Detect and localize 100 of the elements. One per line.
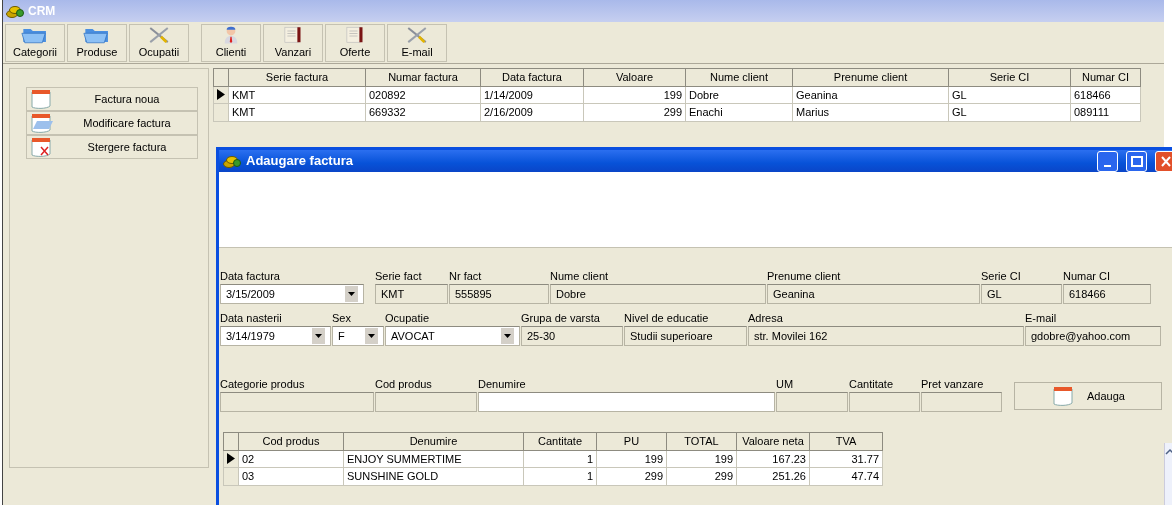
table-cell: KMT: [228, 86, 366, 104]
field-label: Cod produs: [375, 377, 433, 392]
column-header[interactable]: Prenume client: [792, 68, 949, 86]
coins-icon: [6, 4, 24, 18]
toolbar-button[interactable]: Categorii: [5, 24, 65, 62]
field-label: Serie CI: [981, 269, 1022, 284]
table-cell: 2/16/2009: [480, 103, 584, 121]
text-field[interactable]: Geanina: [767, 284, 980, 304]
column-header[interactable]: Valoare: [583, 68, 686, 86]
table-cell: 47.74: [809, 467, 883, 485]
table-cell: KMT: [228, 103, 366, 121]
field-label: Nume client: [550, 269, 610, 284]
table-cell: Marius: [792, 103, 949, 121]
table-cell: 299: [583, 103, 686, 121]
field-label: Prenume client: [767, 269, 842, 284]
text-field[interactable]: GL: [981, 284, 1062, 304]
column-header[interactable]: Valoare neta: [736, 432, 810, 450]
column-header[interactable]: Serie CI: [948, 68, 1071, 86]
dropdown-field[interactable]: F: [332, 326, 384, 346]
table-cell: GL: [948, 103, 1071, 121]
minimize-button[interactable]: [1097, 150, 1118, 172]
field-label: E-mail: [1025, 311, 1058, 326]
toolbar-button[interactable]: Ocupatii: [129, 24, 189, 62]
input-field[interactable]: [478, 392, 775, 412]
column-header[interactable]: Serie factura: [228, 68, 366, 86]
table-cell: 167.23: [736, 450, 810, 468]
text-field[interactable]: gdobre@yahoo.com: [1025, 326, 1161, 346]
column-header[interactable]: Cod produs: [238, 432, 344, 450]
table-cell: GL: [948, 86, 1071, 104]
table-cell: 669332: [365, 103, 481, 121]
table-cell: ENJOY SUMMERTIME: [343, 450, 524, 468]
table-cell: 199: [666, 450, 737, 468]
text-field[interactable]: Dobre: [550, 284, 766, 304]
table-cell: 1/14/2009: [480, 86, 584, 104]
window-title: CRM: [28, 3, 56, 20]
action-button[interactable]: Factura noua: [26, 87, 198, 111]
table-cell: 199: [596, 450, 667, 468]
table-cell: 089111: [1070, 103, 1141, 121]
field-label: Numar CI: [1063, 269, 1112, 284]
toolbar-button[interactable]: Oferte: [325, 24, 385, 62]
date-picker[interactable]: 3/15/2009: [220, 284, 364, 304]
dropdown-button[interactable]: [365, 328, 378, 344]
date-picker[interactable]: 3/14/1979: [220, 326, 331, 346]
toolbar-button[interactable]: E-mail: [387, 24, 447, 62]
column-header[interactable]: TVA: [809, 432, 883, 450]
table-cell: 02: [238, 450, 344, 468]
add-button[interactable]: Adauga: [1014, 382, 1162, 410]
table-cell: 1: [523, 450, 597, 468]
text-field[interactable]: [849, 392, 920, 412]
column-header[interactable]: Data factura: [480, 68, 584, 86]
toolbar-button[interactable]: Clienti: [201, 24, 261, 62]
column-header[interactable]: Cantitate: [523, 432, 597, 450]
column-header[interactable]: Nume client: [685, 68, 793, 86]
dialog-title: Adaugare factura: [246, 152, 353, 171]
column-header[interactable]: Denumire: [343, 432, 524, 450]
field-label: Categorie produs: [220, 377, 306, 392]
close-button[interactable]: [1155, 150, 1172, 172]
table-cell: 299: [666, 467, 737, 485]
text-field[interactable]: [375, 392, 477, 412]
field-label: Grupa de varsta: [521, 311, 601, 326]
column-header[interactable]: TOTAL: [666, 432, 737, 450]
text-field[interactable]: 618466: [1063, 284, 1151, 304]
calendar-edit-icon: [29, 112, 55, 134]
column-header[interactable]: PU: [596, 432, 667, 450]
row-pointer-icon: [217, 89, 225, 101]
toolbar-button[interactable]: Vanzari: [263, 24, 323, 62]
maximize-icon: [1130, 155, 1143, 167]
dropdown-button[interactable]: [312, 328, 325, 344]
text-field[interactable]: 555895: [449, 284, 549, 304]
text-field[interactable]: [776, 392, 848, 412]
table-cell: 1: [523, 467, 597, 485]
text-field[interactable]: Studii superioare: [624, 326, 747, 346]
caret-icon: [504, 334, 511, 338]
text-field[interactable]: str. Movilei 162: [748, 326, 1024, 346]
text-field[interactable]: 25-30: [521, 326, 623, 346]
table-cell: 618466: [1070, 86, 1141, 104]
dropdown-button[interactable]: [345, 286, 358, 302]
field-label: Data factura: [220, 269, 281, 284]
maximize-button[interactable]: [1126, 150, 1147, 172]
close-icon: [1160, 155, 1171, 167]
column-header[interactable]: Numar factura: [365, 68, 481, 86]
table-cell: SUNSHINE GOLD: [343, 467, 524, 485]
field-label: Denumire: [478, 377, 527, 392]
table-cell: 299: [596, 467, 667, 485]
column-header[interactable]: Numar CI: [1070, 68, 1141, 86]
field-label: Data nasterii: [220, 311, 283, 326]
field-label: Pret vanzare: [921, 377, 985, 392]
text-field[interactable]: KMT: [375, 284, 448, 304]
toolbar-button[interactable]: Produse: [67, 24, 127, 62]
action-button[interactable]: Modificare factura: [26, 111, 198, 135]
caret-icon: [348, 292, 355, 296]
action-button[interactable]: Stergere factura: [26, 135, 198, 159]
dropdown-field[interactable]: AVOCAT: [385, 326, 520, 346]
text-field[interactable]: [220, 392, 374, 412]
field-label: Serie fact: [375, 269, 423, 284]
field-label: UM: [776, 377, 795, 392]
minimize-icon: [1102, 164, 1112, 167]
field-label: Sex: [332, 311, 352, 326]
text-field[interactable]: [921, 392, 1002, 412]
dropdown-button[interactable]: [501, 328, 514, 344]
